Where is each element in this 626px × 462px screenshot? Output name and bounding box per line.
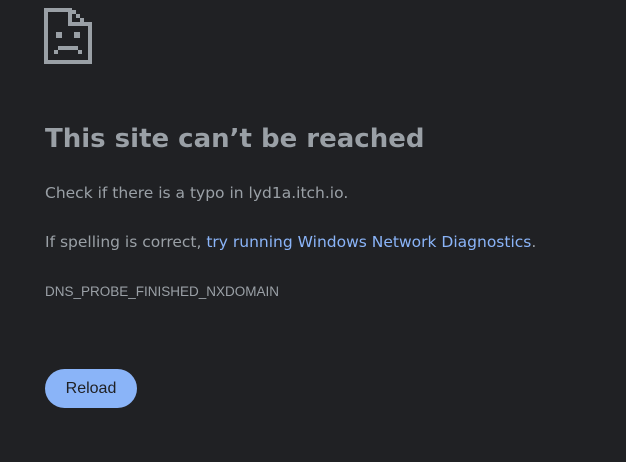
spelling-hint: If spelling is correct, try running Wind…	[45, 231, 536, 253]
typo-hint-suffix: .	[343, 184, 349, 202]
sad-page-icon	[44, 8, 92, 64]
domain-name: lyd1a.itch.io	[248, 184, 344, 202]
spelling-hint-suffix: .	[531, 233, 537, 251]
error-code: DNS_PROBE_FINISHED_NXDOMAIN	[45, 284, 280, 299]
spelling-hint-prefix: If spelling is correct,	[45, 233, 207, 251]
typo-hint-prefix: Check if there is a typo in	[45, 184, 249, 202]
network-diagnostics-link[interactable]: try running Windows Network Diagnostics	[206, 233, 531, 251]
error-headline: This site can’t be reached	[45, 124, 425, 154]
reload-button[interactable]: Reload	[45, 369, 137, 408]
typo-hint: Check if there is a typo in lyd1a.itch.i…	[45, 182, 348, 204]
